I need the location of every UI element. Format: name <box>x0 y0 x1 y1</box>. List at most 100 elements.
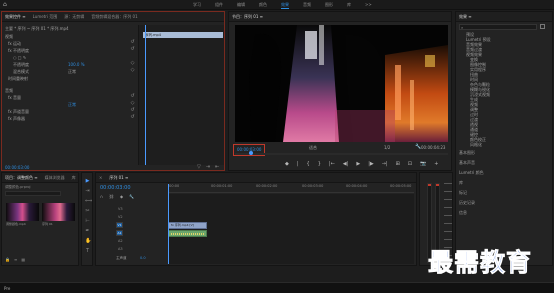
lift-button[interactable]: ⊞ <box>396 161 400 167</box>
ec-volume[interactable]: fx 音量 <box>8 95 21 101</box>
pen-icon[interactable]: ✒ <box>85 229 90 234</box>
workspace-effects[interactable]: 效果 <box>281 2 289 9</box>
timeline-tracks-area[interactable]: fx 序列.mp4 [V] <box>168 184 414 264</box>
keyframe-icon[interactable]: ◇ <box>130 68 135 73</box>
icon-view-icon[interactable]: ▦ <box>21 257 25 262</box>
ec-channel-volume[interactable]: fx 声道音量 <box>8 109 29 115</box>
ec-panner[interactable]: fx 声像器 <box>8 116 25 122</box>
reset-icon[interactable]: ↺ <box>130 115 135 120</box>
program-scrubber[interactable] <box>235 151 448 155</box>
export-icon[interactable]: ⇤ <box>215 164 219 170</box>
tab-close[interactable]: × <box>99 175 102 180</box>
track-target-a1[interactable]: A1 <box>116 230 123 236</box>
filter-icon[interactable]: ▽ <box>197 164 201 170</box>
timeline-playhead[interactable] <box>168 184 169 264</box>
tab-libraries[interactable]: 库 <box>72 175 76 181</box>
ec-blend-value[interactable]: 正常 <box>68 69 76 75</box>
slip-icon[interactable]: ⊢ <box>85 219 90 224</box>
workspace-more[interactable]: >> <box>365 2 372 9</box>
fit-dropdown[interactable]: 适合 <box>309 145 317 151</box>
snap-icon[interactable]: ∩ <box>100 194 103 199</box>
tab-project[interactable]: 项目：调整颜色 ≡ <box>5 175 38 181</box>
project-search-input[interactable] <box>5 191 61 196</box>
selection-tool-icon[interactable]: ▶ <box>85 179 90 184</box>
workspace-assembly[interactable]: 组件 <box>215 2 223 9</box>
ec-breadcrumb[interactable]: 主要 * 序列 ~ 序列 01 * 序列.mp4 <box>5 26 69 32</box>
ec-time[interactable]: 00:00:03:00 <box>5 165 29 170</box>
section-essential-sound[interactable]: 基本声音 <box>459 160 475 166</box>
ec-mask-tools[interactable]: ○ □ ✎ <box>13 55 26 61</box>
workspace-edit[interactable]: 编辑 <box>237 2 245 9</box>
track-select-icon[interactable]: ⇥ <box>85 189 90 194</box>
ec-time-remap[interactable]: 时间重映射 <box>8 76 28 82</box>
workspace-graphics[interactable]: 图形 <box>325 2 333 9</box>
export-frame-button[interactable]: 📷 <box>420 161 426 167</box>
tab-sequence[interactable]: 序列 01 ≡ <box>109 175 128 181</box>
ec-opacity-value[interactable]: 100.0 % <box>68 62 85 68</box>
tab-effect-controls[interactable]: 效果控件 ≡ <box>5 14 26 20</box>
keyframe-icon[interactable]: ◇ <box>130 101 135 106</box>
go-to-in-button[interactable]: |← <box>329 161 335 167</box>
tab-source[interactable]: 源：无剪辑 <box>64 14 84 20</box>
ec-mini-clip[interactable]: 序列.mp4 <box>143 32 223 38</box>
home-icon[interactable]: ⌂ <box>3 2 9 8</box>
reset-icon[interactable]: ↺ <box>130 40 135 45</box>
tab-audio-mixer[interactable]: 音频剪辑混合器：序列 01 <box>91 14 137 20</box>
linked-selection-icon[interactable]: ⛓ <box>109 194 114 199</box>
ec-playhead[interactable] <box>145 25 146 165</box>
section-history[interactable]: 历史记录 <box>459 200 475 206</box>
new-bin-icon[interactable] <box>540 24 545 29</box>
reset-icon[interactable]: ↺ <box>130 108 135 113</box>
reset-icon[interactable]: ↺ <box>130 94 135 99</box>
thumbnail-item[interactable]: 调整颜色.mp4 <box>6 203 39 226</box>
type-icon[interactable]: T <box>85 249 90 254</box>
add-button[interactable]: + <box>434 161 438 167</box>
play-button[interactable]: ▶ <box>356 161 360 167</box>
reset-icon[interactable]: ↺ <box>130 47 135 52</box>
thumbnail-item[interactable]: 序列 01 <box>42 203 75 226</box>
keyframe-icon[interactable]: ◇ <box>130 61 135 66</box>
workspace-libraries[interactable]: 库 <box>347 2 351 9</box>
ripple-edit-icon[interactable]: ⟺ <box>85 199 92 204</box>
list-view-icon[interactable]: ≡ <box>14 257 17 262</box>
timeline-timecode[interactable]: 00:00:03:00 <box>100 185 131 191</box>
timeline-ruler[interactable]: :00:00 00:00:01:00 00:00:02:00 00:00:03:… <box>168 184 414 193</box>
wrench-icon[interactable]: 🔧 <box>129 194 134 199</box>
razor-icon[interactable]: ✂ <box>85 209 90 214</box>
section-markers[interactable]: 标记 <box>459 190 467 196</box>
tab-media-browser[interactable]: 媒体浏览器 <box>45 175 65 181</box>
add-marker-button[interactable]: ◆ <box>285 161 289 167</box>
workspace-color[interactable]: 颜色 <box>259 2 267 9</box>
mark-in-button[interactable]: | <box>297 161 299 167</box>
section-libraries[interactable]: 库 <box>459 180 463 186</box>
section-essential-graphics[interactable]: 基本图形 <box>459 150 475 156</box>
video-clip[interactable]: fx 序列.mp4 [V] <box>168 222 207 229</box>
step-back-button[interactable]: ◀| <box>343 161 349 167</box>
ec-bypass-value[interactable]: 正常 <box>68 102 76 108</box>
track-target-v1[interactable]: V1 <box>116 222 123 228</box>
tab-effects[interactable]: 效果 ≡ <box>459 14 472 20</box>
workspace-learn[interactable]: 学习 <box>193 2 201 9</box>
lock-icon[interactable]: 🔒 <box>5 257 10 262</box>
resolution-dropdown[interactable]: 1/2 <box>384 145 390 150</box>
master-track-value[interactable]: 0.0 <box>140 256 146 260</box>
add-marker-icon[interactable]: ◆ <box>120 194 123 199</box>
hand-icon[interactable]: ✋ <box>85 239 91 244</box>
extract-button[interactable]: ⊡ <box>408 161 412 167</box>
section-info[interactable]: 信息 <box>459 210 467 216</box>
program-scrubber-handle[interactable] <box>249 151 253 155</box>
export-icon[interactable]: ⇥ <box>206 164 210 170</box>
mark-out-button[interactable]: { <box>307 161 310 167</box>
go-to-out-button[interactable]: →| <box>382 161 388 167</box>
go-to-in-button[interactable]: } <box>318 161 321 167</box>
tab-lumetri-scopes[interactable]: Lumetri 范围 <box>33 14 58 20</box>
ec-opacity[interactable]: fx 不透明度 <box>8 48 29 54</box>
step-forward-button[interactable]: |▶ <box>368 161 374 167</box>
audio-clip[interactable] <box>168 230 207 237</box>
tree-item[interactable]: 风格化 <box>470 142 482 147</box>
ec-motion[interactable]: fx 运动 <box>8 41 21 47</box>
tab-program[interactable]: 节目：序列 01 ≡ <box>232 14 263 20</box>
video-frame[interactable] <box>235 25 448 142</box>
section-lumetri-color[interactable]: Lumetri 颜色 <box>459 170 484 176</box>
effects-search-input[interactable]: ⌕ <box>459 24 537 30</box>
